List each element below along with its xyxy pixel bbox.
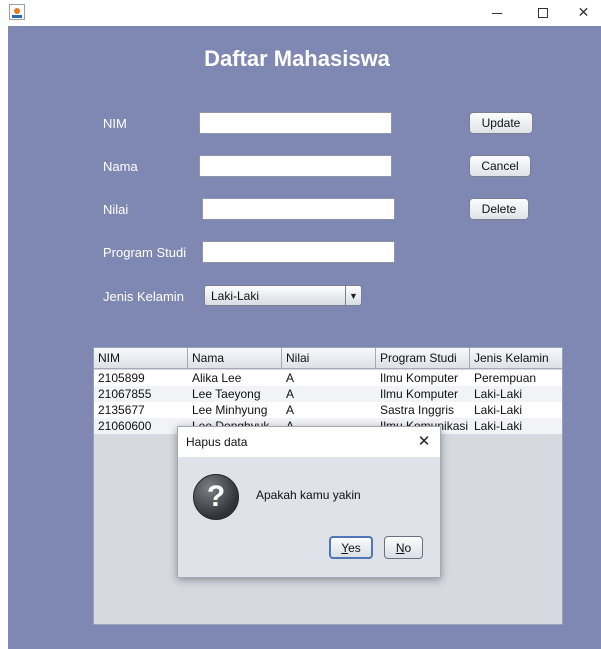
window-frame <box>0 26 8 649</box>
table-row[interactable]: 2135677 Lee Minhyung A Sastra Inggris La… <box>94 402 562 418</box>
maximize-button[interactable] <box>520 0 566 26</box>
nama-label: Nama <box>103 159 138 174</box>
nilai-input[interactable] <box>202 198 395 220</box>
chevron-down-icon[interactable]: ▼ <box>345 286 361 305</box>
table-row[interactable]: 21067855 Lee Taeyong A Ilmu Komputer Lak… <box>94 386 562 402</box>
maximize-icon <box>538 8 548 18</box>
close-window-button[interactable]: ✕ <box>566 0 601 26</box>
java-cup-icon <box>9 4 25 20</box>
cell-program-studi: Ilmu Komputer <box>380 371 459 385</box>
cell-nim: 21067855 <box>98 387 152 401</box>
no-button-label: No <box>395 540 412 555</box>
table-row[interactable]: 2105899 Alika Lee A Ilmu Komputer Peremp… <box>94 370 562 386</box>
delete-button[interactable]: Delete <box>469 198 529 220</box>
nim-input[interactable] <box>199 112 392 134</box>
dialog-title: Hapus data <box>186 435 248 449</box>
dialog-message: Apakah kamu yakin <box>256 488 361 502</box>
program-studi-label: Program Studi <box>103 245 187 260</box>
window-titlebar: ✕ <box>0 0 601 26</box>
cell-nama: Alika Lee <box>192 371 242 385</box>
cell-nim: 21060600 <box>98 419 152 433</box>
cell-program-studi: Sastra Inggris <box>380 403 455 417</box>
cell-nilai: A <box>286 387 295 401</box>
column-header-jenis-kelamin[interactable]: Jenis Kelamin <box>470 348 562 369</box>
yes-button[interactable]: Yes <box>329 536 373 559</box>
cell-nim: 2135677 <box>98 403 145 417</box>
close-icon: ✕ <box>417 432 431 450</box>
nilai-label: Nilai <box>103 202 129 217</box>
jenis-kelamin-label: Jenis Kelamin <box>103 289 184 304</box>
yes-button-label: Yes <box>341 540 361 555</box>
column-header-program-studi[interactable]: Program Studi <box>376 348 470 369</box>
dialog-titlebar[interactable]: Hapus data ✕ <box>178 427 440 457</box>
jenis-kelamin-select[interactable]: Laki-Laki ▼ <box>204 285 362 306</box>
cell-nama: Lee Taeyong <box>192 387 261 401</box>
cell-jenis-kelamin: Laki-Laki <box>474 419 523 433</box>
cell-jenis-kelamin: Laki-Laki <box>474 387 523 401</box>
cell-jenis-kelamin: Perempuan <box>474 371 537 385</box>
cell-nim: 2105899 <box>98 371 145 385</box>
minimize-icon <box>492 12 502 14</box>
cell-jenis-kelamin: Laki-Laki <box>474 403 523 417</box>
program-studi-input[interactable] <box>202 241 395 263</box>
column-header-nama[interactable]: Nama <box>188 348 282 369</box>
question-icon: ? <box>193 474 239 520</box>
dialog-close-button[interactable]: ✕ <box>414 431 434 451</box>
table-header: NIM Nama Nilai Program Studi Jenis Kelam… <box>94 348 562 369</box>
nim-label: NIM <box>103 116 127 131</box>
jenis-kelamin-selected: Laki-Laki <box>211 289 260 303</box>
cell-nama: Lee Minhyung <box>192 403 268 417</box>
nama-input[interactable] <box>199 155 392 177</box>
cancel-button[interactable]: Cancel <box>469 155 531 177</box>
cell-program-studi: Ilmu Komputer <box>380 387 459 401</box>
cell-nilai: A <box>286 371 295 385</box>
update-button[interactable]: Update <box>469 112 533 134</box>
cell-nilai: A <box>286 403 295 417</box>
no-button[interactable]: No <box>384 536 423 559</box>
minimize-button[interactable] <box>474 0 520 26</box>
column-header-nilai[interactable]: Nilai <box>282 348 376 369</box>
column-header-nim[interactable]: NIM <box>94 348 188 369</box>
close-icon: ✕ <box>577 5 590 21</box>
page-title: Daftar Mahasiswa <box>204 46 390 71</box>
delete-confirm-dialog: Hapus data ✕ ? Apakah kamu yakin Yes No <box>177 426 441 578</box>
